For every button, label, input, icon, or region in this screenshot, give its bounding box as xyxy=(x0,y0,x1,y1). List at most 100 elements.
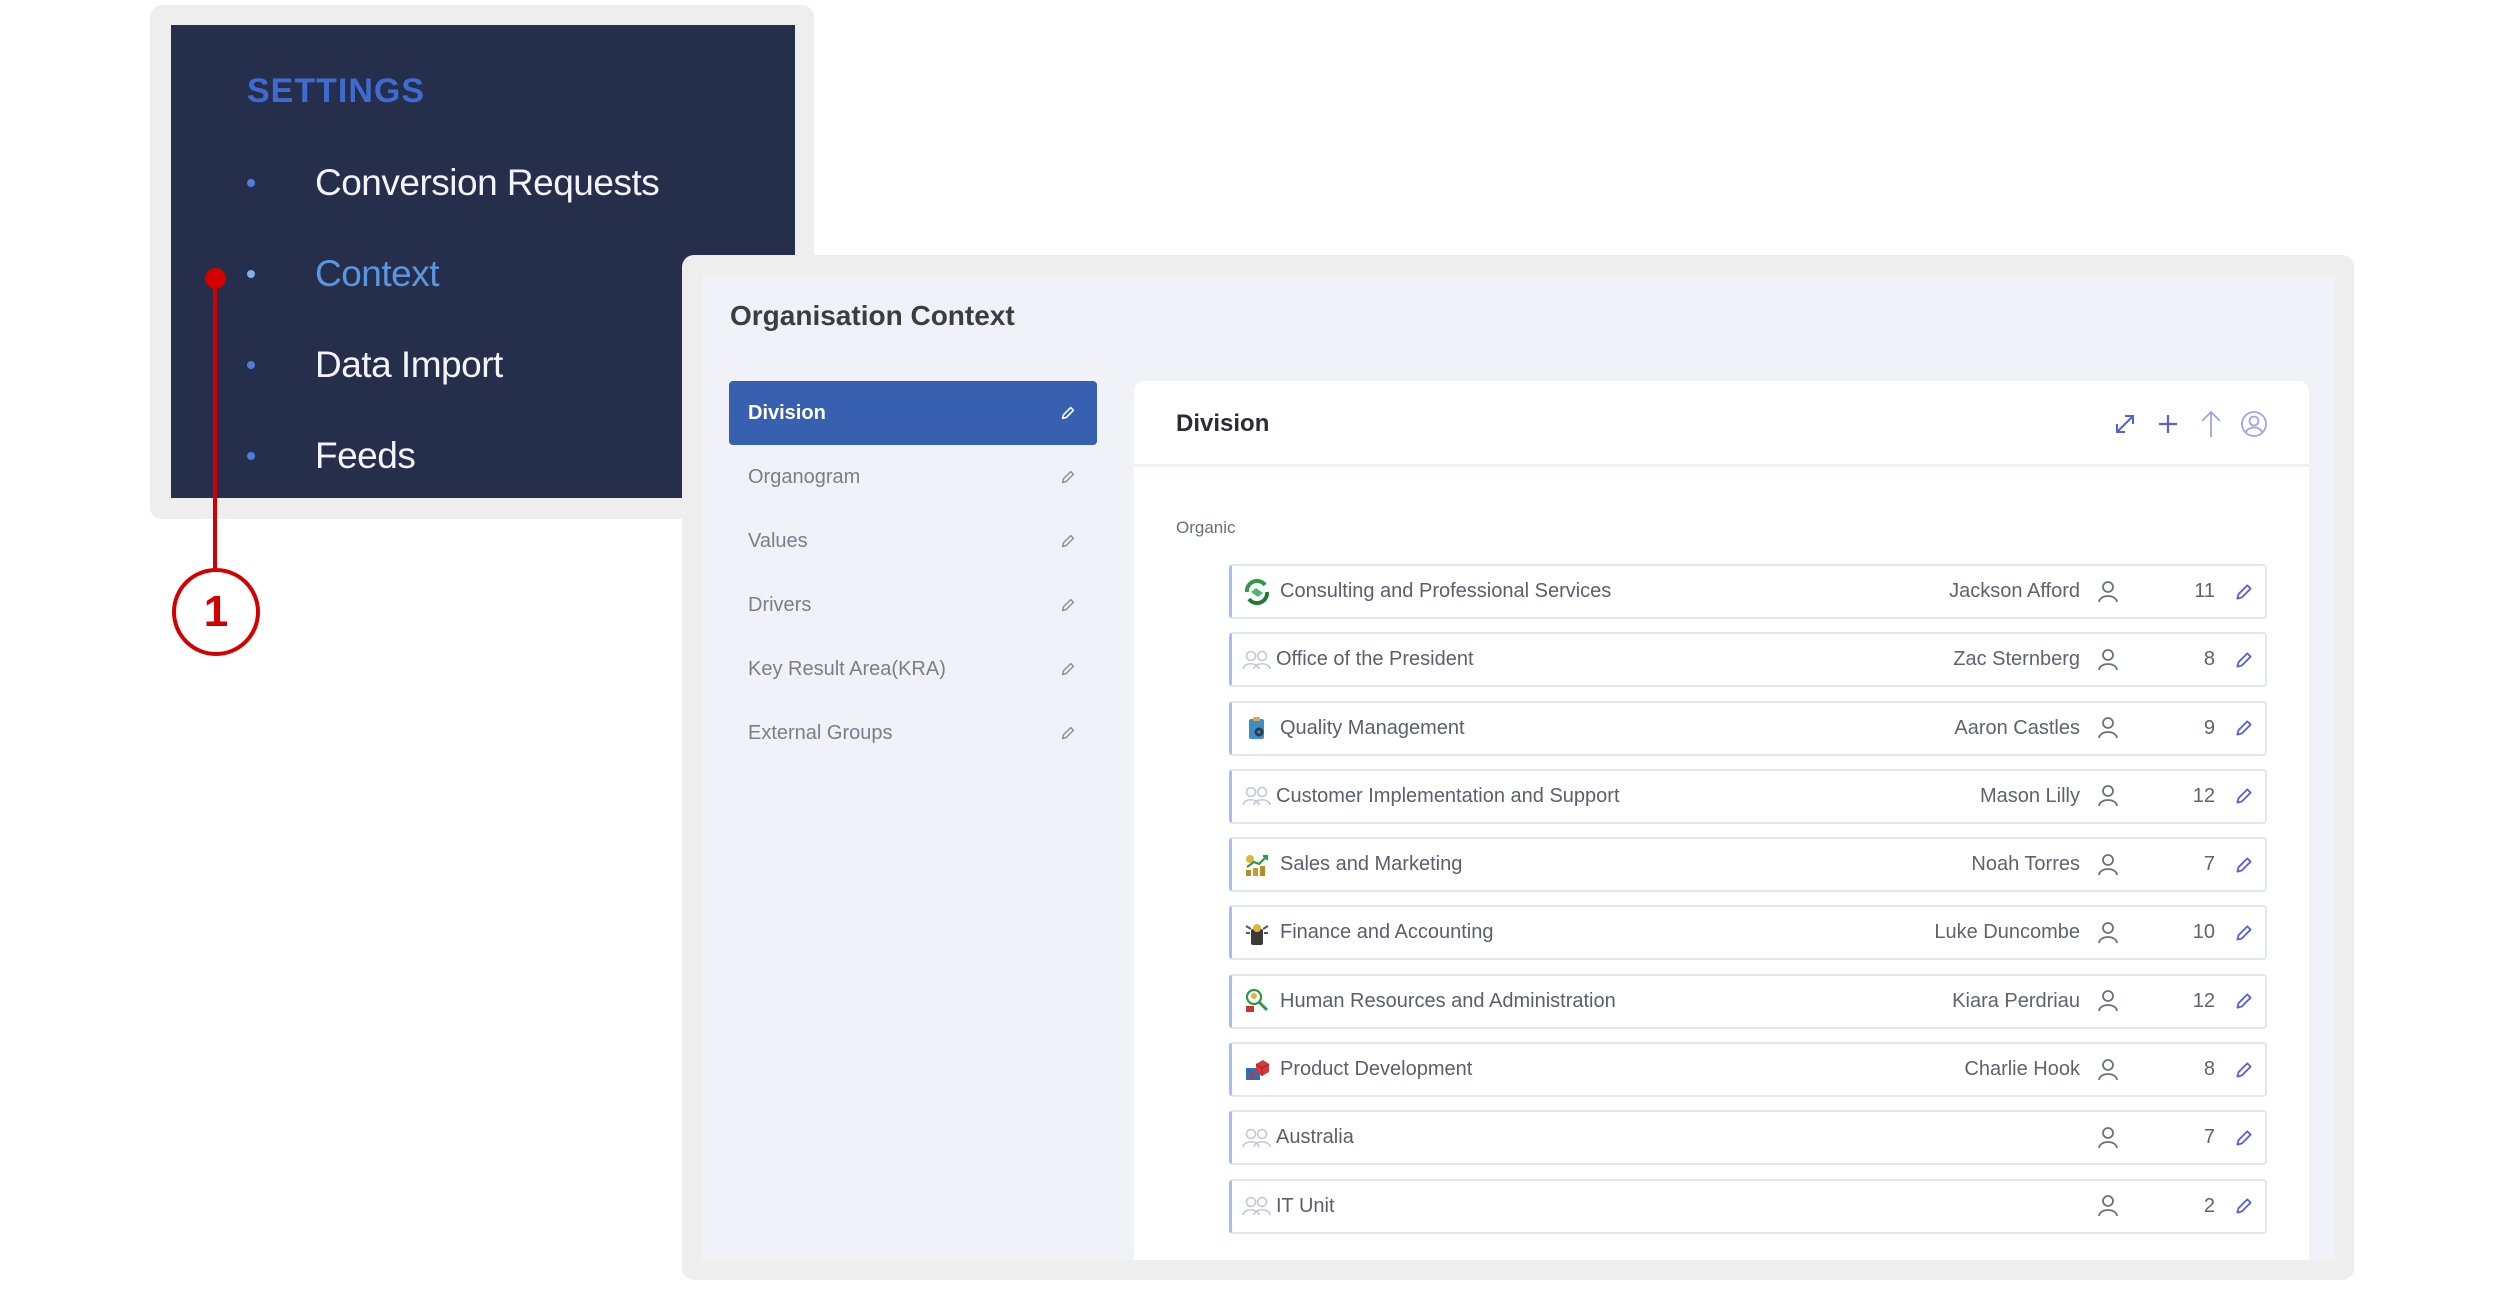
bullet-icon xyxy=(247,179,255,187)
pencil-icon[interactable] xyxy=(2233,854,2255,876)
division-row[interactable]: Office of the President Zac Sternberg 8 xyxy=(1229,632,2267,688)
menu-item-label: Division xyxy=(748,401,826,424)
pencil-icon[interactable] xyxy=(2233,1127,2255,1149)
member-count: 2 xyxy=(2203,1194,2215,1217)
division-owner: Aaron Castles xyxy=(1954,716,2080,739)
division-owner: Noah Torres xyxy=(1971,853,2080,876)
person-icon[interactable] xyxy=(2097,989,2119,1013)
member-count: 11 xyxy=(2194,580,2215,602)
menu-item-organogram[interactable]: Organogram xyxy=(729,445,1097,509)
menu-item-label: Values xyxy=(748,529,808,552)
division-list: Consulting and Professional Services Jack… xyxy=(1229,564,2267,1247)
menu-item-key-result-area[interactable]: Key Result Area(KRA) xyxy=(729,637,1097,701)
pencil-icon[interactable] xyxy=(2233,581,2255,603)
member-count: 12 xyxy=(2192,989,2215,1012)
pencil-icon[interactable] xyxy=(1059,724,1077,742)
menu-item-division[interactable]: Division xyxy=(729,381,1097,445)
pencil-icon[interactable] xyxy=(2233,649,2255,671)
group-icon xyxy=(1242,1191,1272,1221)
settings-heading: SETTINGS xyxy=(247,72,426,110)
division-row[interactable]: Finance and Accounting Luke Duncombe 10 xyxy=(1229,905,2267,961)
context-menu: Division Organogram Values Drivers Key R… xyxy=(729,381,1097,765)
clipboard-gear-icon xyxy=(1242,713,1272,743)
member-count: 8 xyxy=(2203,648,2215,671)
division-row[interactable]: IT Unit 2 xyxy=(1229,1178,2267,1234)
division-panel-header: Division xyxy=(1134,381,2309,467)
annotation-step-badge: 1 xyxy=(172,568,260,656)
sidebar-item-label: Conversion Requests xyxy=(315,162,660,203)
pencil-icon[interactable] xyxy=(2233,990,2255,1012)
division-owner: Mason Lilly xyxy=(1979,784,2080,807)
division-owner: Kiara Perdriau xyxy=(1952,989,2080,1012)
plus-icon[interactable] xyxy=(2153,409,2183,439)
finance-icon xyxy=(1242,918,1272,948)
person-icon[interactable] xyxy=(2097,784,2119,808)
hr-search-icon xyxy=(1242,986,1272,1016)
division-row[interactable]: Product Development Charlie Hook 8 xyxy=(1229,1042,2267,1098)
division-owner: Zac Sternberg xyxy=(1953,648,2080,671)
member-count: 8 xyxy=(2203,1058,2215,1081)
bullet-icon xyxy=(247,270,255,278)
division-owner: Charlie Hook xyxy=(1964,1058,2080,1081)
handshake-icon xyxy=(1242,577,1272,607)
pencil-icon[interactable] xyxy=(2233,785,2255,807)
sidebar-item-label: Context xyxy=(315,253,440,294)
pencil-icon[interactable] xyxy=(1059,660,1077,678)
group-label-organic: Organic xyxy=(1176,518,1236,537)
member-count: 7 xyxy=(2203,1126,2215,1149)
menu-item-external-groups[interactable]: External Groups xyxy=(729,701,1097,765)
pencil-icon[interactable] xyxy=(2233,922,2255,944)
member-count: 9 xyxy=(2203,716,2215,739)
product-box-icon xyxy=(1242,1055,1272,1085)
pencil-icon[interactable] xyxy=(2233,717,2255,739)
sales-chart-icon xyxy=(1242,850,1272,880)
person-icon[interactable] xyxy=(2097,921,2119,945)
pencil-icon[interactable] xyxy=(1059,404,1077,422)
person-icon[interactable] xyxy=(2097,580,2119,604)
person-icon[interactable] xyxy=(2097,853,2119,877)
division-row[interactable]: Sales and Marketing Noah Torres 7 xyxy=(1229,837,2267,893)
menu-item-label: Organogram xyxy=(748,465,861,488)
member-count: 7 xyxy=(2203,853,2215,876)
pencil-icon[interactable] xyxy=(1059,468,1077,486)
division-row[interactable]: Australia 7 xyxy=(1229,1110,2267,1166)
division-panel-title: Division xyxy=(1176,410,1270,437)
page-title: Organisation Context xyxy=(730,300,1015,331)
menu-item-drivers[interactable]: Drivers xyxy=(729,573,1097,637)
user-circle-icon[interactable] xyxy=(2239,409,2269,439)
division-row[interactable]: Consulting and Professional Services Jack… xyxy=(1229,564,2267,619)
group-icon xyxy=(1242,645,1272,675)
menu-item-label: Drivers xyxy=(748,593,812,616)
member-count: 12 xyxy=(2192,784,2215,807)
bullet-icon xyxy=(247,452,255,460)
person-icon[interactable] xyxy=(2097,648,2119,672)
menu-item-label: Key Result Area(KRA) xyxy=(748,657,946,680)
group-icon xyxy=(1242,1123,1272,1153)
person-icon[interactable] xyxy=(2097,1058,2119,1082)
sidebar-item-label: Feeds xyxy=(315,435,416,476)
arrow-up-icon[interactable] xyxy=(2196,409,2226,439)
annotation-line xyxy=(213,279,217,570)
member-count: 10 xyxy=(2192,921,2215,944)
group-icon xyxy=(1242,781,1272,811)
sidebar-item-label: Data Import xyxy=(315,344,503,385)
expand-icon[interactable] xyxy=(2110,409,2140,439)
menu-item-values[interactable]: Values xyxy=(729,509,1097,573)
pencil-icon[interactable] xyxy=(1059,596,1077,614)
person-icon[interactable] xyxy=(2097,1194,2119,1218)
bullet-icon xyxy=(247,361,255,369)
menu-item-label: External Groups xyxy=(748,721,893,744)
person-icon[interactable] xyxy=(2097,1126,2119,1150)
division-row[interactable]: Quality Management Aaron Castles 9 xyxy=(1229,700,2267,756)
pencil-icon[interactable] xyxy=(1059,532,1077,550)
sidebar-item-conversion-requests[interactable]: Conversion Requests xyxy=(240,153,760,213)
pencil-icon[interactable] xyxy=(2233,1059,2255,1081)
division-row[interactable]: Human Resources and Administration Kiara … xyxy=(1229,973,2267,1029)
division-row[interactable]: Customer Implementation and Support Mason… xyxy=(1229,768,2267,824)
division-owner: Jackson Afford xyxy=(1949,580,2080,602)
pencil-icon[interactable] xyxy=(2233,1195,2255,1217)
division-owner: Luke Duncombe xyxy=(1934,921,2080,944)
division-panel: Division Organic Consulting and Professi… xyxy=(1134,381,2309,1260)
person-icon[interactable] xyxy=(2097,716,2119,740)
annotation-dot xyxy=(205,268,226,289)
